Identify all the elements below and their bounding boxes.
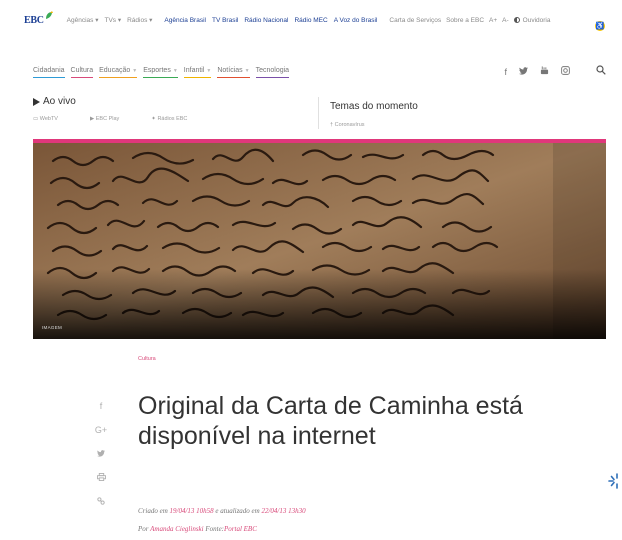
nav-cidadania[interactable]: Cidadania (33, 67, 65, 78)
author-link[interactable]: Amanda Cieglinski (150, 525, 203, 533)
updated-prefix: e atualizado em (215, 507, 260, 515)
article-credits: Por Amanda Cieglinski Fonte:Portal EBC (138, 525, 257, 533)
article: Cultura f G+ Original da Carta de Caminh… (33, 339, 606, 540)
created-prefix: Criado em (138, 507, 168, 515)
nav-underline (217, 76, 250, 78)
nav-label: Tecnologia (255, 67, 290, 74)
link-radio-mec[interactable]: Rádio MEC (294, 17, 327, 24)
link-tv-brasil[interactable]: TV Brasil (212, 17, 238, 24)
source-prefix: Fonte: (205, 525, 225, 533)
hero-image: IMAGEM (33, 139, 606, 339)
menu-radios[interactable]: Rádios ▾ (127, 16, 152, 24)
temas-item[interactable]: † Coronavírus (330, 122, 418, 128)
youtube-icon[interactable] (540, 66, 549, 77)
link-radio-nacional[interactable]: Rádio Nacional (244, 17, 288, 24)
live-section: Ao vivo ▭ WebTV ▶ EBC Play ✦ Rádios EBC (33, 96, 313, 122)
live-links: ▭ WebTV ▶ EBC Play ✦ Rádios EBC (33, 116, 313, 122)
twitter-icon[interactable] (519, 66, 528, 77)
contrast-button[interactable]: Ouvidoria (513, 16, 551, 24)
live-heading[interactable]: Ao vivo (33, 96, 313, 107)
link-label: EBC Play (95, 116, 120, 122)
chevron-down-icon: ▼ (244, 68, 250, 74)
print-icon[interactable] (96, 466, 106, 490)
top-right: Carta de Serviços Sobre a EBC A+ A- Ouvi… (389, 17, 555, 24)
leaf-icon (45, 10, 53, 19)
twitter-share-icon[interactable] (97, 442, 105, 466)
link-sobre-ebc[interactable]: Sobre a EBC (446, 17, 484, 24)
top-bar: EBC Agências ▾ TVs ▾ Rádios ▾ Agência Br… (0, 0, 622, 40)
nav-underline (70, 76, 94, 78)
link-icon[interactable] (97, 490, 105, 514)
nav-educacao[interactable]: Educação ▼ (99, 67, 138, 78)
hero-shade (33, 269, 606, 339)
nav-underline (143, 76, 178, 78)
chevron-down-icon: ▼ (206, 68, 212, 74)
instagram-icon[interactable] (561, 66, 570, 77)
temas-item-label: Coronavírus (334, 122, 365, 128)
nav-label: Notícias (217, 67, 243, 74)
nav-tecnologia[interactable]: Tecnologia (255, 67, 290, 78)
top-links: Agência Brasil TV Brasil Rádio Nacional … (164, 17, 383, 24)
link-webtv[interactable]: ▭ WebTV (33, 116, 74, 122)
link-label: Rádios EBC (157, 116, 188, 122)
accessibility-icon[interactable]: ♿ (595, 21, 605, 31)
font-increase-button[interactable]: A+ (489, 17, 497, 24)
social-links: f (492, 65, 606, 78)
facebook-share-icon[interactable]: f (100, 394, 103, 418)
live-title: Ao vivo (43, 96, 76, 107)
link-voz-do-brasil[interactable]: A Voz do Brasil (334, 17, 378, 24)
section-divider (318, 97, 319, 129)
nav-label: Cultura (70, 67, 94, 74)
chevron-down-icon: ▼ (172, 68, 178, 74)
ebc-logo[interactable]: EBC (24, 10, 53, 26)
search-icon[interactable] (596, 65, 606, 78)
temas-title: Temas do momento (330, 101, 418, 112)
logo-text: EBC (24, 14, 44, 26)
category-nav: Cidadania Cultura Educação ▼ Esportes ▼ In… (33, 65, 606, 83)
article-dates: Criado em 19/04/13 10h58 e atualizado em… (138, 507, 306, 515)
link-label: WebTV (39, 116, 58, 122)
facebook-icon[interactable]: f (504, 67, 507, 77)
temas-section: Temas do momento † Coronavírus (330, 101, 418, 128)
googleplus-share-icon[interactable]: G+ (95, 418, 107, 442)
link-agencia-brasil[interactable]: Agência Brasil (164, 17, 206, 24)
ouvidoria-label: Ouvidoria (522, 16, 551, 24)
link-ebc-play[interactable]: ▶ EBC Play (90, 116, 135, 122)
hero-label: IMAGEM (42, 325, 63, 330)
top-menu: Agências ▾ TVs ▾ Rádios ▾ (67, 16, 159, 24)
nav-noticias[interactable]: Notícias ▼ (217, 67, 250, 78)
article-title: Original da Carta de Caminha está dispon… (138, 392, 523, 450)
contrast-icon (513, 16, 520, 23)
share-bar: f G+ (91, 394, 111, 514)
menu-agencias[interactable]: Agências ▾ (67, 16, 99, 24)
loading-spinner-icon (608, 473, 618, 489)
nav-label: Infantil (183, 67, 205, 74)
nav-underline (99, 76, 138, 78)
nav-label: Cidadania (33, 67, 65, 74)
updated-date: 22/04/13 13h30 (261, 507, 306, 515)
nav-label: Educação (99, 67, 131, 74)
nav-cultura[interactable]: Cultura (70, 67, 94, 78)
link-carta-servicos[interactable]: Carta de Serviços (389, 17, 441, 24)
nav-underline (255, 76, 290, 78)
created-date: 19/04/13 10h58 (169, 507, 214, 515)
font-decrease-button[interactable]: A- (502, 17, 509, 24)
nav-infantil[interactable]: Infantil ▼ (183, 67, 212, 78)
nav-underline (183, 76, 212, 78)
menu-tvs[interactable]: TVs ▾ (104, 16, 121, 24)
by-prefix: Por (138, 525, 149, 533)
nav-label: Esportes (143, 67, 171, 74)
source-link[interactable]: Portal EBC (224, 525, 257, 533)
chevron-down-icon: ▼ (132, 68, 138, 74)
play-icon (33, 97, 40, 106)
link-radios-ebc[interactable]: ✦ Rádios EBC (151, 116, 203, 122)
nav-underline (33, 76, 65, 78)
nav-esportes[interactable]: Esportes ▼ (143, 67, 178, 78)
section-tag[interactable]: Cultura (138, 356, 156, 362)
